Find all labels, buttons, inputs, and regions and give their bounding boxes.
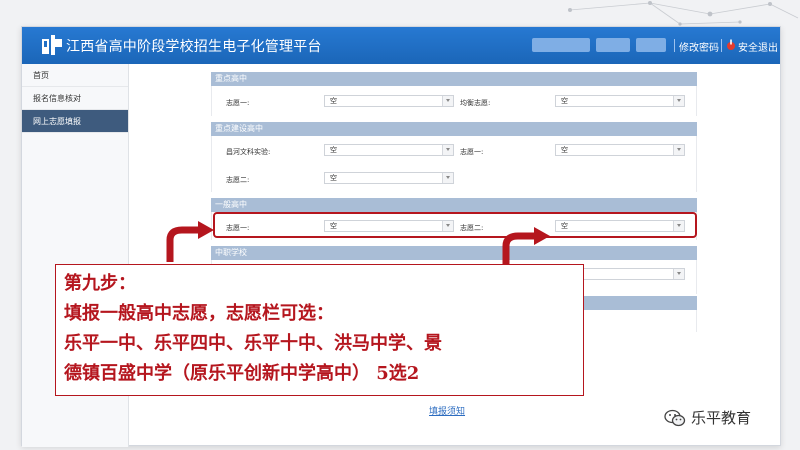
section-key-high: 志愿一: 空 均衡志愿: 空 [211, 86, 697, 116]
chevron-down-icon [442, 96, 453, 106]
key-build-choice2-select[interactable]: 空 [324, 172, 454, 184]
power-icon [727, 39, 735, 50]
platform-logo-icon [42, 35, 62, 55]
user-info-redacted [636, 38, 666, 52]
callout-line: 德镇百盛中学（原乐平创新中学高中） 5选2 [64, 363, 420, 384]
chevron-down-icon [442, 145, 453, 155]
sidebar-item-home[interactable]: 首页 [22, 64, 128, 87]
chevron-down-icon [442, 173, 453, 183]
top-header: 江西省高中阶段学校招生电子化管理平台 修改密码 安全退出 [22, 27, 780, 64]
choice1-label: 志愿一: [460, 148, 484, 156]
chevron-down-icon [673, 96, 684, 106]
annotation-arrow-icon [502, 227, 550, 264]
annotation-arrow-icon [166, 221, 214, 262]
instruction-callout: 第九步： 填报一般高中志愿，志愿栏可选： 乐平一中、乐平四中、乐平十中、洪马中学… [55, 264, 584, 396]
watermark-text: 乐平教育 [691, 409, 752, 427]
annotation-highlight-box [213, 212, 697, 238]
section-key-build: 昌河文科实验: 空 志愿一: 空 志愿二: 空 [211, 136, 697, 192]
select-value: 空 [330, 174, 337, 182]
app-title: 江西省高中阶段学校招生电子化管理平台 [66, 39, 322, 55]
sidebar-item-info-check[interactable]: 报名信息核对 [22, 87, 128, 110]
key-high-balanced-select[interactable]: 空 [555, 95, 685, 107]
school-label: 昌河文科实验: [226, 148, 271, 156]
sidebar-item-online-application[interactable]: 网上志愿填报 [22, 110, 128, 133]
section-key-high-title: 重点高中 [211, 72, 697, 86]
application-notice-link[interactable]: 填报须知 [429, 404, 465, 417]
select-value: 空 [330, 97, 337, 105]
callout-line: 乐平一中、乐平四中、乐平十中、洪马中学、景 [64, 333, 442, 354]
section-general-title: 一般高中 [211, 198, 697, 212]
select-value: 空 [561, 97, 568, 105]
change-password-link[interactable]: 修改密码 [679, 39, 719, 54]
chevron-down-icon [673, 269, 684, 279]
select-value: 空 [561, 146, 568, 154]
logout-link[interactable]: 安全退出 [738, 39, 778, 54]
header-divider [721, 39, 722, 52]
callout-step: 第九步： [64, 273, 136, 294]
select-value: 空 [330, 146, 337, 154]
section-vocational-title: 中职学校 [211, 246, 697, 260]
choice1-label: 志愿一: [226, 99, 250, 107]
key-build-school-select[interactable]: 空 [324, 144, 454, 156]
chevron-down-icon [673, 145, 684, 155]
callout-line: 填报一般高中志愿，志愿栏可选： [64, 303, 334, 324]
wechat-icon [664, 409, 686, 427]
header-divider [674, 39, 675, 52]
choice2-label: 志愿二: [226, 176, 250, 184]
balanced-label: 均衡志愿: [460, 99, 491, 107]
user-info-redacted [596, 38, 630, 52]
section-key-build-title: 重点建设高中 [211, 122, 697, 136]
user-info-redacted [532, 38, 590, 52]
key-build-choice1-select[interactable]: 空 [555, 144, 685, 156]
key-high-choice1-select[interactable]: 空 [324, 95, 454, 107]
